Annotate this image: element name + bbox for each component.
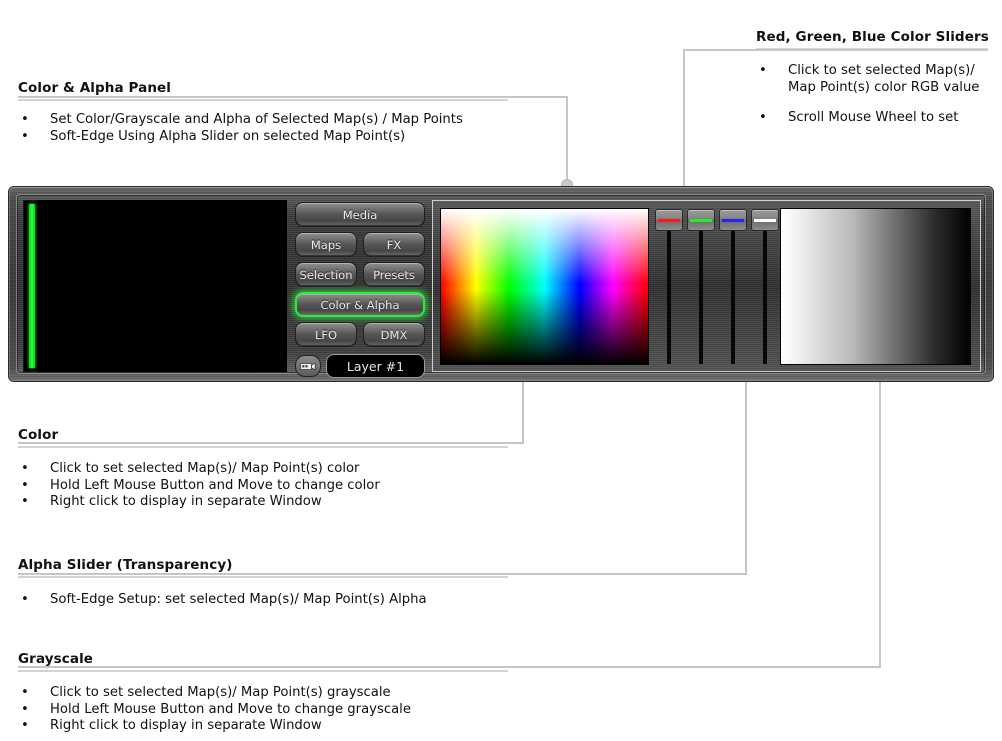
list-item: • Hold Left Mouse Button and Move to cha… [18, 702, 508, 719]
list-item-text: Soft-Edge Using Alpha Slider on selected… [50, 129, 405, 144]
maps-button[interactable]: Maps [295, 232, 357, 257]
leader-color-horizontal [18, 442, 524, 444]
selection-button[interactable]: Selection [295, 262, 357, 287]
leader-grayscale-vertical [879, 345, 881, 667]
annotation-alpha-slider: Alpha Slider (Transparency) • Soft-Edge … [18, 557, 508, 609]
annotation-bullets-rgb-sliders: • Click to set selected Map(s)/ Map Poin… [756, 63, 988, 127]
button-row-maps-fx: Maps FX [295, 232, 425, 257]
preview-canvas[interactable] [38, 200, 287, 372]
list-item-text: Hold Left Mouse Button and Move to chang… [50, 478, 380, 493]
annotation-title-color: Color [18, 427, 508, 448]
green-slider-indicator [690, 219, 712, 222]
media-button[interactable]: Media [295, 202, 425, 227]
list-item-text: Soft-Edge Setup: set selected Map(s)/ Ma… [50, 592, 427, 607]
dmx-button[interactable]: DMX [363, 322, 425, 347]
color-picker-field[interactable] [441, 209, 648, 364]
fx-button[interactable]: FX [363, 232, 425, 257]
bullet-glyph: • [21, 702, 29, 719]
button-row-lfo-dmx: LFO DMX [295, 322, 425, 347]
green-slider-track[interactable] [699, 227, 703, 364]
list-item-text: Click to set selected Map(s)/ Map Point(… [50, 461, 359, 476]
layer-preview[interactable] [23, 200, 287, 372]
bullet-glyph: • [21, 112, 29, 129]
color-alpha-panel: Media Maps FX Selection Presets Color & … [8, 186, 994, 382]
alpha-slider-thumb[interactable] [751, 209, 779, 231]
leader-color-alpha-panel-horizontal [18, 96, 568, 98]
list-item-text: Click to set selected Map(s)/ Map Point(… [50, 685, 391, 700]
list-item-text: Click to set selected Map(s)/ Map Point(… [788, 63, 979, 95]
blue-slider-track[interactable] [731, 227, 735, 364]
red-slider-indicator [658, 219, 680, 222]
annotation-title-rgb-sliders: Red, Green, Blue Color Sliders [756, 29, 988, 50]
list-item-text: Right click to display in separate Windo… [50, 494, 322, 509]
list-item: • Soft-Edge Using Alpha Slider on select… [18, 129, 508, 146]
panel-inner-frame: Media Maps FX Selection Presets Color & … [16, 194, 986, 374]
red-slider-thumb[interactable] [655, 209, 683, 231]
annotation-color: Color • Click to set selected Map(s)/ Ma… [18, 427, 508, 511]
annotation-rgb-sliders: Red, Green, Blue Color Sliders • Click t… [756, 29, 988, 141]
color-alpha-button[interactable]: Color & Alpha [295, 292, 425, 317]
annotation-bullets-color: • Click to set selected Map(s)/ Map Poin… [18, 461, 508, 511]
projector-icon[interactable] [295, 355, 321, 377]
list-item-text: Hold Left Mouse Button and Move to chang… [50, 702, 411, 717]
leader-alpha-slider-horizontal [18, 573, 747, 575]
list-item: • Soft-Edge Setup: set selected Map(s)/ … [18, 592, 508, 609]
annotation-bullets-alpha-slider: • Soft-Edge Setup: set selected Map(s)/ … [18, 592, 508, 609]
bullet-glyph: • [21, 685, 29, 702]
grayscale-picker-field[interactable] [781, 209, 970, 364]
bullet-glyph: • [21, 718, 29, 735]
annotation-bullets-grayscale: • Click to set selected Map(s)/ Map Poin… [18, 685, 508, 735]
list-item-text: Set Color/Grayscale and Alpha of Selecte… [50, 112, 463, 127]
list-item: • Right click to display in separate Win… [18, 494, 508, 511]
bullet-glyph: • [759, 110, 767, 127]
layer-selector-row: Layer #1 [295, 354, 425, 378]
list-item: • Set Color/Grayscale and Alpha of Selec… [18, 112, 508, 129]
red-slider-track[interactable] [667, 227, 671, 364]
list-item: • Click to set selected Map(s)/ Map Poin… [756, 63, 988, 96]
layer-active-indicator-bar [29, 204, 35, 368]
list-item: • Click to set selected Map(s)/ Map Poin… [18, 685, 508, 702]
lfo-button[interactable]: LFO [295, 322, 357, 347]
bullet-glyph: • [21, 592, 29, 609]
leader-grayscale-horizontal [18, 666, 881, 668]
green-slider-thumb[interactable] [687, 209, 715, 231]
blue-slider-indicator [722, 219, 744, 222]
panel-button-column: Media Maps FX Selection Presets Color & … [295, 202, 425, 378]
rgba-slider-group [655, 209, 780, 364]
list-item-text: Right click to display in separate Windo… [50, 718, 322, 733]
leader-alpha-slider-vertical [745, 358, 747, 575]
blue-slider[interactable] [719, 209, 747, 364]
alpha-slider-track[interactable] [763, 227, 767, 364]
annotation-title-grayscale: Grayscale [18, 651, 508, 672]
alpha-slider[interactable] [751, 209, 779, 364]
leader-rgb-sliders-horizontal [683, 49, 988, 51]
bullet-glyph: • [21, 461, 29, 478]
bullet-glyph: • [21, 478, 29, 495]
green-slider[interactable] [687, 209, 715, 364]
annotation-grayscale: Grayscale • Click to set selected Map(s)… [18, 651, 508, 735]
blue-slider-thumb[interactable] [719, 209, 747, 231]
list-item: • Right click to display in separate Win… [18, 718, 508, 735]
bullet-glyph: • [21, 129, 29, 146]
bullet-glyph: • [759, 63, 767, 80]
list-item-text: Scroll Mouse Wheel to set [788, 110, 958, 125]
leader-color-alpha-panel-vertical [566, 96, 568, 184]
list-item: • Hold Left Mouse Button and Move to cha… [18, 478, 508, 495]
bullet-glyph: • [21, 494, 29, 511]
button-row-selection-presets: Selection Presets [295, 262, 425, 287]
presets-button[interactable]: Presets [363, 262, 425, 287]
color-alpha-controls-group [432, 200, 981, 372]
list-item: • Click to set selected Map(s)/ Map Poin… [18, 461, 508, 478]
annotation-color-alpha-panel: Color & Alpha Panel • Set Color/Grayscal… [18, 80, 508, 145]
alpha-slider-indicator [754, 219, 776, 222]
layer-name-field[interactable]: Layer #1 [326, 354, 425, 378]
list-item: • Scroll Mouse Wheel to set [756, 110, 988, 127]
annotation-bullets-color-alpha-panel: • Set Color/Grayscale and Alpha of Selec… [18, 112, 508, 145]
red-slider[interactable] [655, 209, 683, 364]
